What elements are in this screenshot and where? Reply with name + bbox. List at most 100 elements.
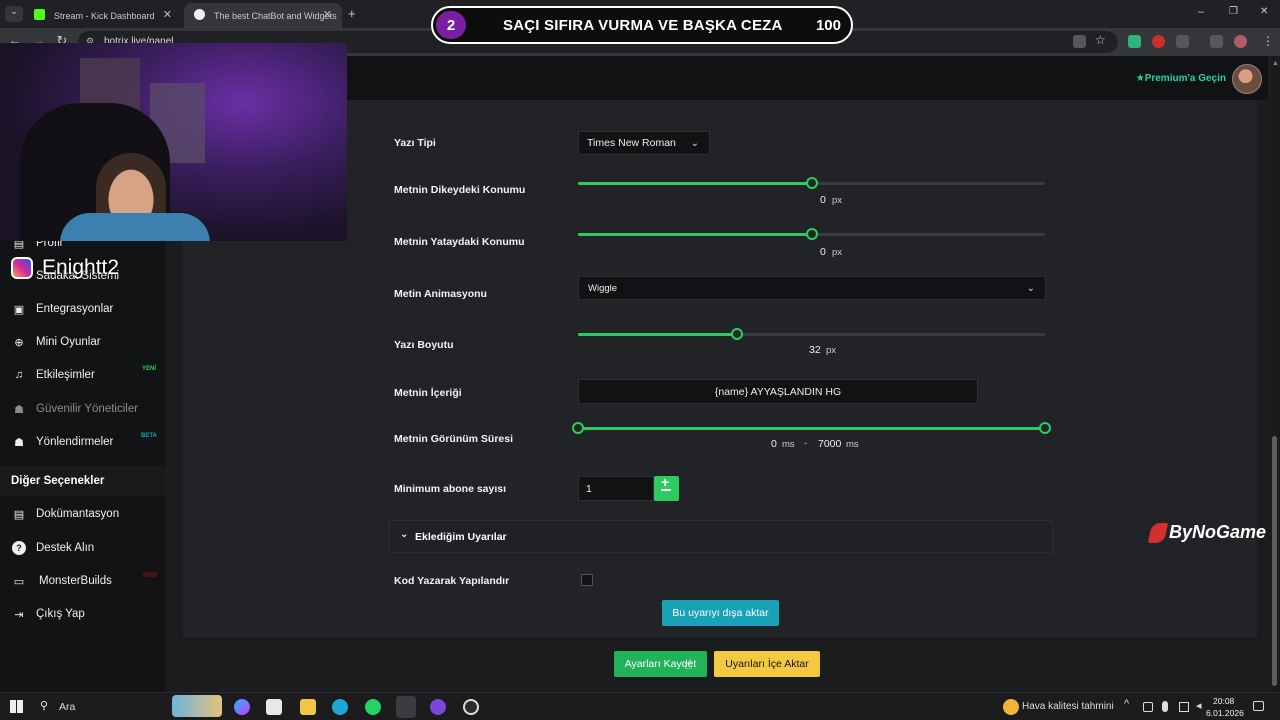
plus-icon[interactable]: + xyxy=(661,474,669,490)
search-highlight-icon[interactable] xyxy=(172,695,222,717)
duration-max-thumb[interactable] xyxy=(1039,422,1051,434)
store-icon[interactable] xyxy=(266,699,282,715)
min-subs-input[interactable]: 1 xyxy=(578,476,654,501)
chrome-icon[interactable] xyxy=(396,696,416,718)
sidebar-item-redirects[interactable]: ☗ Yönlendirmeler xyxy=(12,435,113,449)
font-select[interactable]: Times New Roman ⌄ xyxy=(578,131,710,155)
tab-botrix[interactable]: The best ChatBot and Widgets ✕ xyxy=(184,3,342,28)
taskbar-search-label[interactable]: Ara xyxy=(59,701,75,713)
network-icon[interactable] xyxy=(1179,702,1189,712)
sidebar-item-integrations[interactable]: ▣ Entegrasyonlar xyxy=(12,302,114,316)
tab-title: The best ChatBot and Widgets xyxy=(214,10,337,21)
tab-search-icon[interactable]: ⌄ xyxy=(5,6,23,22)
vertical-position-value: 0 xyxy=(820,194,826,206)
integrations-icon: ▣ xyxy=(13,303,25,316)
unit-label: ms xyxy=(782,439,795,450)
menu-icon[interactable]: ⋮ xyxy=(1262,34,1274,48)
vertical-position-label: Metnin Dikeydeki Konumu xyxy=(394,184,526,196)
new-tab-button[interactable]: + xyxy=(348,6,356,21)
chevron-down-icon: ⌄ xyxy=(1026,282,1035,294)
unit-label: ms xyxy=(846,439,859,450)
notifications-icon[interactable] xyxy=(1253,701,1264,711)
search-icon[interactable]: ⚲ xyxy=(40,699,48,712)
tray-app-icon[interactable] xyxy=(1143,702,1153,712)
obs-icon[interactable] xyxy=(463,699,479,715)
sidebar-item-trusted-moderators[interactable]: ☗ Güvenilir Yöneticiler xyxy=(12,402,138,416)
windows-taskbar: ⚲ Ara Hava kalitesi tahmini ^ ◂ 20:08 6.… xyxy=(0,692,1280,720)
tab-title: Stream - Kick Dashboard xyxy=(54,10,155,21)
sidebar-item-logout[interactable]: ⇥ Çıkış Yap xyxy=(12,607,85,621)
scrollbar-thumb[interactable] xyxy=(1272,436,1277,686)
minus-icon[interactable] xyxy=(661,489,671,491)
profile-icon[interactable] xyxy=(1234,35,1247,48)
duration-min-thumb[interactable] xyxy=(572,422,584,434)
file-explorer-icon[interactable] xyxy=(300,699,316,715)
edge-icon[interactable] xyxy=(332,699,348,715)
font-size-slider[interactable] xyxy=(578,333,1045,336)
discord-icon[interactable] xyxy=(430,699,446,715)
botrix-icon xyxy=(194,9,205,20)
added-alerts-accordion[interactable]: ⌄ Eklediğim Uyarılar xyxy=(389,520,1053,553)
instagram-icon xyxy=(11,257,33,279)
min-subs-stepper[interactable]: + xyxy=(654,474,679,501)
weather-icon[interactable] xyxy=(1003,699,1019,715)
media-icon[interactable] xyxy=(1210,35,1223,48)
new-badge: YENİ xyxy=(142,366,157,372)
gamepad-icon: ⊕ xyxy=(14,336,24,349)
sidebar-item-label: Entegrasyonlar xyxy=(36,303,114,315)
avatar[interactable] xyxy=(1232,64,1262,94)
import-alerts-button[interactable]: Uyarıları İçe Aktar xyxy=(714,651,820,677)
sidebar-item-label: Çıkış Yap xyxy=(36,608,85,620)
extension-green-icon[interactable] xyxy=(1128,35,1141,48)
clock-date[interactable]: 6.01.2026 xyxy=(1206,708,1244,718)
sidebar-item-docs[interactable]: ▤ Dokümantasyon xyxy=(12,507,119,521)
help-icon: ? xyxy=(12,541,26,555)
animation-label: Metin Animasyonu xyxy=(394,288,487,300)
sidebar-item-monsterbuilds[interactable]: ▭ MonsterBuilds xyxy=(12,574,112,588)
tab-kick-dashboard[interactable]: Stream - Kick Dashboard ✕ xyxy=(24,3,182,28)
extension-red-icon[interactable] xyxy=(1152,35,1165,48)
instagram-handle-text: Enightt2 xyxy=(42,256,120,279)
close-icon[interactable]: ✕ xyxy=(163,8,172,21)
instagram-handle: Enightt2 xyxy=(11,256,119,280)
sidebar-item-label: Destek Alın xyxy=(36,542,95,554)
save-settings-button[interactable]: Ayarları Kaydet xyxy=(614,651,707,677)
export-alert-button[interactable]: Bu uyarıyı dışa aktar xyxy=(662,600,779,626)
display-duration-slider[interactable] xyxy=(578,427,1045,430)
duration-separator: - xyxy=(804,438,808,449)
animation-select[interactable]: Wiggle ⌄ xyxy=(578,276,1046,300)
sidebar-section-header: Diğer Seçenekler xyxy=(0,466,165,496)
min-subs-label: Minimum abone sayısı xyxy=(394,483,507,495)
copilot-icon[interactable] xyxy=(234,699,250,715)
close-icon[interactable]: ✕ xyxy=(323,8,332,21)
weather-label[interactable]: Hava kalitesi tahmini xyxy=(1022,701,1114,712)
code-config-checkbox[interactable] xyxy=(581,574,593,586)
animation-select-value: Wiggle xyxy=(588,282,618,294)
clock-time[interactable]: 20:08 xyxy=(1213,696,1234,706)
maximize-button[interactable]: ❐ xyxy=(1229,6,1238,17)
sidebar-item-label: Dokümantasyon xyxy=(36,508,120,520)
beta-badge: BETA xyxy=(141,433,157,439)
close-window-button[interactable]: ✕ xyxy=(1260,6,1268,17)
windows-start-icon[interactable] xyxy=(10,700,23,713)
premium-link[interactable]: ★Premium'a Geçin xyxy=(1136,73,1226,84)
font-size-thumb[interactable] xyxy=(730,328,743,340)
volume-icon[interactable]: ◂ xyxy=(1196,699,1202,712)
tray-chevron-icon[interactable]: ^ xyxy=(1124,698,1129,710)
microphone-icon[interactable] xyxy=(1162,701,1168,712)
sidebar-item-mini-games[interactable]: ⊕ Mini Oyunlar xyxy=(12,335,100,349)
page-scrollbar[interactable]: ▲ xyxy=(1270,56,1280,692)
horizontal-position-thumb[interactable] xyxy=(805,228,818,240)
scroll-up-icon[interactable]: ▲ xyxy=(1272,60,1279,67)
whatsapp-icon[interactable] xyxy=(365,699,381,715)
text-content-input[interactable]: {name} AYYAŞLANDIN HG xyxy=(578,379,978,404)
kick-icon xyxy=(34,9,45,20)
sidebar-item-interactions[interactable]: ♫ Etkileşimler xyxy=(12,368,95,382)
bookmark-star-icon[interactable]: ☆ xyxy=(1095,33,1108,47)
minimize-button[interactable]: – xyxy=(1198,6,1204,18)
translate-icon[interactable] xyxy=(1073,35,1086,48)
sidebar-item-support[interactable]: ? Destek Alın xyxy=(12,541,94,555)
extensions-puzzle-icon[interactable] xyxy=(1176,35,1189,48)
code-config-label: Kod Yazarak Yapılandır xyxy=(394,575,510,587)
vertical-position-thumb[interactable] xyxy=(805,177,818,189)
